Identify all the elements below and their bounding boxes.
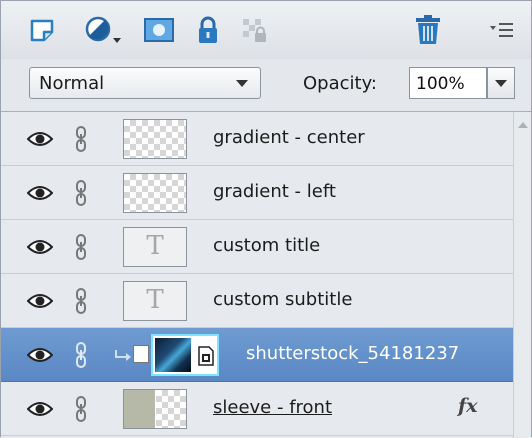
blend-opacity-row: Normal Opacity: 100%: [1, 59, 531, 112]
eye-icon[interactable]: [26, 347, 54, 367]
opacity-value: 100%: [416, 74, 465, 94]
eye-icon[interactable]: [26, 293, 54, 313]
layer-thumbnail: [123, 389, 187, 429]
blend-mode-dropdown[interactable]: Normal: [29, 67, 261, 99]
layers-list: gradient - center gradient - left T cust…: [1, 112, 513, 438]
link-icon[interactable]: [74, 125, 88, 157]
panel-menu-icon[interactable]: [485, 13, 519, 47]
lock-all-icon[interactable]: [193, 13, 223, 47]
link-icon[interactable]: [74, 179, 88, 211]
layers-panel: Normal Opacity: 100% gradient - center g…: [0, 0, 532, 438]
layer-style-fx-icon[interactable]: fx: [458, 395, 478, 417]
scroll-up-arrow[interactable]: [518, 122, 528, 128]
smart-object-thumbnail: [151, 334, 219, 376]
eye-icon[interactable]: [26, 401, 54, 421]
adjustment-layer-icon[interactable]: [81, 13, 125, 47]
opacity-input[interactable]: 100%: [409, 67, 487, 99]
layer-row[interactable]: sleeve - front fx: [1, 382, 513, 436]
eye-icon[interactable]: [26, 131, 54, 151]
layer-mask-thumbnail: [133, 345, 149, 363]
layer-name: custom subtitle: [213, 289, 353, 310]
layer-name: custom title: [213, 235, 321, 256]
layer-row[interactable]: T custom subtitle: [1, 274, 513, 328]
layer-row-selected[interactable]: shutterstock_54181237: [1, 328, 513, 382]
eye-icon[interactable]: [26, 185, 54, 205]
link-icon[interactable]: [74, 341, 88, 373]
blend-mode-value: Normal: [39, 73, 105, 94]
layers-toolbar: [1, 1, 531, 60]
layer-row[interactable]: T custom title: [1, 220, 513, 274]
layer-row[interactable]: gradient - left: [1, 166, 513, 220]
scrollbar[interactable]: [513, 112, 531, 438]
text-layer-thumbnail: T: [123, 227, 187, 267]
link-icon[interactable]: [74, 233, 88, 265]
new-layer-icon[interactable]: [25, 13, 59, 47]
opacity-label: Opacity:: [303, 73, 377, 94]
text-layer-icon: T: [146, 231, 164, 261]
layer-name: shutterstock_54181237: [246, 343, 460, 364]
layer-name: sleeve - front: [213, 397, 333, 418]
layer-thumbnail: [123, 119, 187, 159]
opacity-dropdown-button[interactable]: [487, 67, 515, 99]
layer-row[interactable]: gradient - center: [1, 112, 513, 166]
layer-mask-icon[interactable]: [141, 13, 177, 47]
text-layer-thumbnail: T: [123, 281, 187, 321]
clipping-arrow-icon: [115, 348, 133, 367]
link-icon[interactable]: [74, 287, 88, 319]
layer-name: gradient - center: [213, 127, 365, 148]
delete-layer-icon[interactable]: [411, 13, 445, 47]
eye-icon[interactable]: [26, 239, 54, 259]
layer-name: gradient - left: [213, 181, 336, 202]
smart-object-icon: [197, 346, 215, 370]
text-layer-icon: T: [146, 285, 164, 315]
lock-transparency-icon[interactable]: [237, 13, 271, 47]
image-preview: [155, 338, 191, 372]
link-icon[interactable]: [74, 395, 88, 427]
layer-thumbnail: [123, 173, 187, 213]
chevron-down-icon: [236, 80, 248, 87]
